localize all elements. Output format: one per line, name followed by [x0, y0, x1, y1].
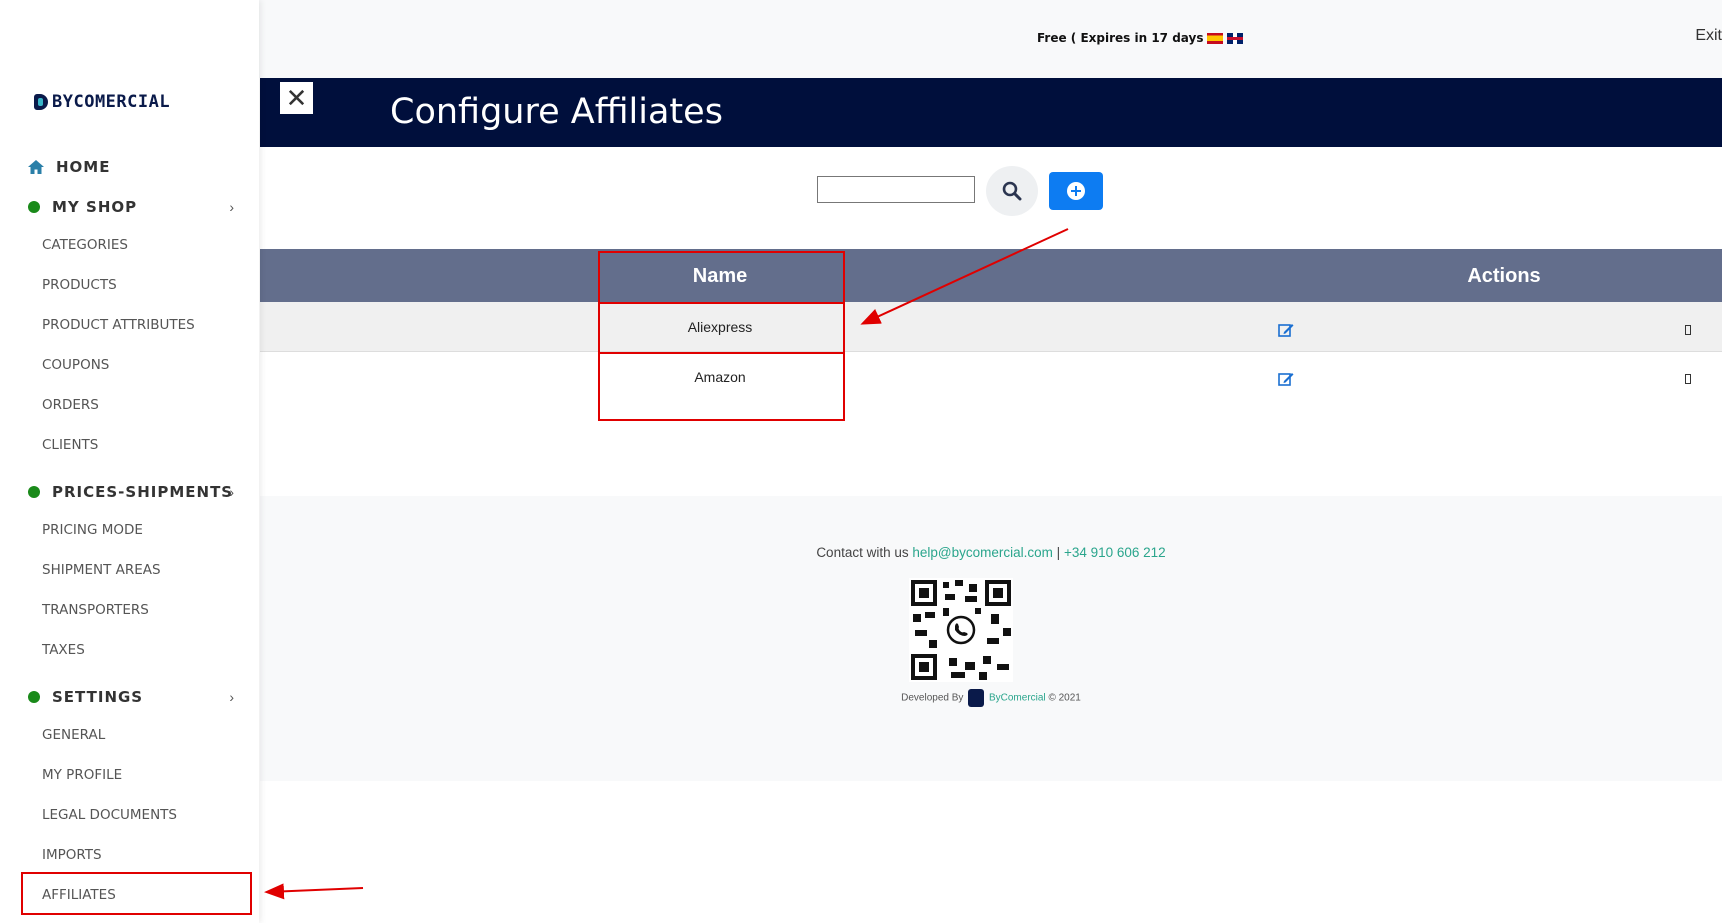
status-dot-icon	[28, 486, 40, 498]
status-dot-icon	[28, 201, 40, 213]
uk-flag-icon[interactable]	[1227, 32, 1244, 44]
annotation-highlight-box	[21, 872, 252, 915]
annotation-highlight-box	[598, 251, 845, 304]
sidebar-item-imports[interactable]: IMPORTS	[42, 847, 102, 863]
search-button[interactable]	[986, 166, 1038, 216]
sidebar-item-my-profile[interactable]: MY PROFILE	[42, 767, 122, 783]
annotation-highlight-box	[598, 352, 845, 421]
sidebar-item-products[interactable]: PRODUCTS	[42, 277, 117, 293]
exit-link[interactable]: Exit	[1695, 27, 1722, 45]
sidebar-item-product-attributes[interactable]: PRODUCT ATTRIBUTES	[42, 317, 195, 333]
sidebar-item-general[interactable]: GENERAL	[42, 727, 105, 743]
brand-logo[interactable]: BYCOMERCIAL	[34, 92, 170, 112]
status-dot-icon	[28, 691, 40, 703]
sidebar-item-taxes[interactable]: TAXES	[42, 642, 85, 658]
bycomercial-logo-icon	[968, 689, 985, 707]
contact-phone-link[interactable]: +34 910 606 212	[1064, 545, 1166, 560]
copyright-text: © 2021	[1048, 692, 1081, 704]
developed-by-line: Developed By ByComercial © 2021	[260, 689, 1722, 707]
page-header: ✕ Configure Affiliates	[260, 78, 1722, 147]
plan-status: Free ( Expires in 17 days	[1037, 31, 1244, 45]
sidebar-section-label: MY SHOP	[52, 198, 138, 216]
contact-email-link[interactable]: help@bycomercial.com	[912, 545, 1053, 560]
chevron-right-icon: ›	[229, 689, 234, 705]
chevron-right-icon: ›	[229, 484, 234, 500]
contact-line: Contact with us help@bycomercial.com | +…	[260, 545, 1722, 560]
home-icon	[28, 160, 44, 174]
table-row: Amazon	[260, 353, 1722, 403]
qr-code-icon[interactable]	[909, 578, 1013, 682]
table-header: Name Actions	[260, 249, 1722, 302]
logo-icon	[34, 94, 48, 110]
sidebar-section-my-shop[interactable]: MY SHOP ›	[28, 198, 234, 216]
sidebar-item-transporters[interactable]: TRANSPORTERS	[42, 602, 149, 618]
sidebar-item-legal-documents[interactable]: LEGAL DOCUMENTS	[42, 807, 177, 823]
edit-icon[interactable]	[1278, 322, 1294, 338]
delete-icon[interactable]	[1685, 325, 1691, 335]
sidebar-item-home[interactable]: HOME	[28, 158, 234, 176]
developer-brand-link[interactable]: ByComercial	[989, 693, 1046, 704]
contact-prefix: Contact with us	[816, 545, 909, 560]
table-row: Aliexpress	[260, 302, 1722, 352]
edit-icon[interactable]	[1278, 371, 1294, 387]
sidebar-section-label: PRICES-SHIPMENTS	[52, 483, 234, 501]
spanish-flag-icon[interactable]	[1207, 32, 1224, 44]
top-bar	[259, 0, 1722, 78]
sidebar-item-pricing-mode[interactable]: PRICING MODE	[42, 522, 143, 538]
footer: Contact with us help@bycomercial.com | +…	[260, 496, 1722, 781]
sidebar-item-shipment-areas[interactable]: SHIPMENT AREAS	[42, 562, 161, 578]
logo-text: BYCOMERCIAL	[52, 92, 171, 112]
developed-by-label: Developed By	[901, 692, 964, 704]
contact-separator: |	[1056, 545, 1061, 560]
plus-circle-icon	[1067, 182, 1085, 200]
annotation-arrow	[264, 883, 364, 900]
sidebar: BYCOMERCIAL HOME MY SHOP › CATEGORIES PR…	[0, 0, 259, 923]
chevron-right-icon: ›	[229, 199, 234, 215]
page-title: Configure Affiliates	[390, 92, 723, 132]
sidebar-item-coupons[interactable]: COUPONS	[42, 357, 109, 373]
sidebar-item-clients[interactable]: CLIENTS	[42, 437, 98, 453]
plan-status-text: Free ( Expires in 17 days	[1037, 31, 1204, 45]
sidebar-section-settings[interactable]: SETTINGS ›	[28, 688, 234, 706]
sidebar-item-categories[interactable]: CATEGORIES	[42, 237, 128, 253]
search-icon	[1002, 181, 1022, 201]
close-icon: ✕	[285, 83, 308, 113]
annotation-highlight-box	[598, 302, 845, 354]
delete-icon[interactable]	[1685, 374, 1691, 384]
page: BYCOMERCIAL HOME MY SHOP › CATEGORIES PR…	[0, 0, 1722, 923]
column-header-actions: Actions	[1467, 265, 1541, 287]
close-button[interactable]: ✕	[280, 82, 313, 114]
sidebar-item-orders[interactable]: ORDERS	[42, 397, 99, 413]
add-affiliate-button[interactable]	[1049, 172, 1103, 210]
search-input[interactable]	[817, 176, 975, 203]
sidebar-section-prices-shipments[interactable]: PRICES-SHIPMENTS ›	[28, 483, 234, 501]
sidebar-home-label: HOME	[56, 158, 111, 176]
sidebar-section-label: SETTINGS	[52, 688, 144, 706]
